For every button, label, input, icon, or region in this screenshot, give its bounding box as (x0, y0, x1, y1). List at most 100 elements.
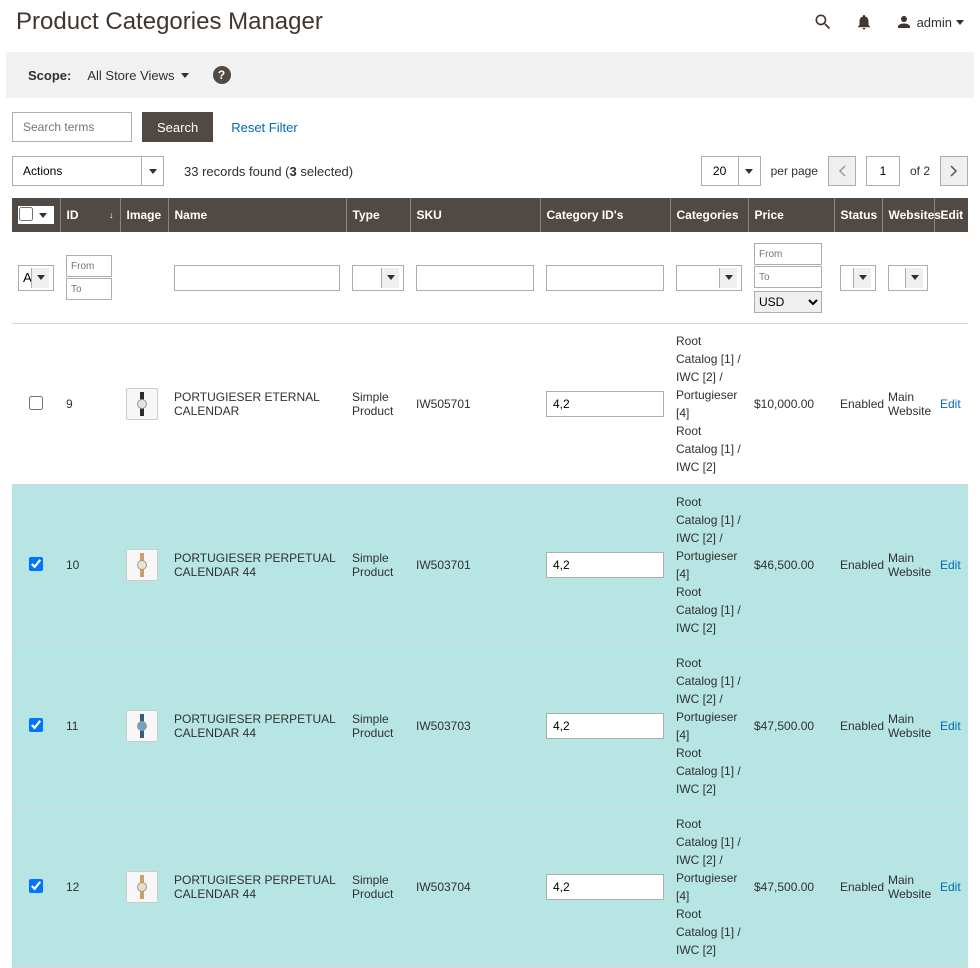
user-label: admin (917, 15, 952, 30)
cell-id: 9 (60, 324, 120, 485)
filter-category-ids[interactable] (546, 265, 664, 291)
col-category-ids[interactable]: Category ID's (540, 198, 670, 232)
table-row[interactable]: 10 PORTUGIESER PERPETUAL CALENDAR 44Simpl… (12, 485, 968, 646)
edit-link[interactable]: Edit (940, 558, 961, 572)
cell-id: 10 (60, 485, 120, 646)
per-page-label: per page (771, 164, 818, 178)
user-menu[interactable]: admin (895, 13, 964, 31)
cell-categories: Root Catalog [1] / IWC [2] / Portugieser… (670, 324, 748, 485)
cell-categories: Root Catalog [1] / IWC [2] / Portugieser… (670, 807, 748, 968)
records-found: 33 records found (3 selected) (184, 164, 353, 179)
cell-categories: Root Catalog [1] / IWC [2] / Portugieser… (670, 485, 748, 646)
edit-link[interactable]: Edit (940, 719, 961, 733)
cell-sku: IW505701 (410, 324, 540, 485)
cell-price: $10,000.00 (748, 324, 834, 485)
user-icon (895, 13, 913, 31)
chevron-down-icon (181, 73, 189, 78)
cell-price: $46,500.00 (748, 485, 834, 646)
cell-category-ids-input[interactable] (546, 552, 664, 578)
reset-filter-link[interactable]: Reset Filter (231, 120, 297, 135)
per-page-input[interactable] (701, 156, 739, 186)
filter-websites[interactable] (888, 265, 928, 291)
filter-id-to[interactable] (66, 278, 112, 300)
product-thumb (126, 871, 158, 903)
filter-id-from[interactable] (66, 255, 112, 277)
product-thumb (126, 549, 158, 581)
cell-category-ids-input[interactable] (546, 713, 664, 739)
cell-type: Simple Product (346, 485, 410, 646)
page-total: of 2 (910, 164, 930, 178)
filter-currency[interactable]: USD (754, 291, 822, 313)
search-input[interactable] (12, 112, 132, 142)
help-icon[interactable]: ? (213, 66, 231, 84)
cell-name: PORTUGIESER PERPETUAL CALENDAR 44 (168, 646, 346, 807)
actions-select[interactable]: Actions (12, 156, 142, 186)
cell-category-ids-input[interactable] (546, 874, 664, 900)
cell-id: 11 (60, 646, 120, 807)
cell-sku: IW503703 (410, 646, 540, 807)
cell-categories: Root Catalog [1] / IWC [2] / Portugieser… (670, 646, 748, 807)
filter-status[interactable] (840, 265, 876, 291)
cell-status: Enabled (834, 485, 882, 646)
edit-link[interactable]: Edit (940, 880, 961, 894)
row-checkbox[interactable] (29, 718, 43, 732)
col-image: Image (120, 198, 168, 232)
edit-link[interactable]: Edit (940, 397, 961, 411)
col-price[interactable]: Price (748, 198, 834, 232)
filter-sku[interactable] (416, 265, 534, 291)
cell-sku: IW503704 (410, 807, 540, 968)
filter-type[interactable] (352, 265, 404, 291)
cell-status: Enabled (834, 646, 882, 807)
page-title: Product Categories Manager (16, 8, 323, 36)
row-checkbox[interactable] (29, 396, 43, 410)
product-thumb (126, 388, 158, 420)
filter-categories[interactable] (676, 265, 742, 291)
cell-price: $47,500.00 (748, 646, 834, 807)
row-checkbox[interactable] (29, 879, 43, 893)
per-page-dropdown[interactable] (739, 156, 761, 186)
cell-website: Main Website (882, 485, 934, 646)
product-thumb (126, 710, 158, 742)
cell-name: PORTUGIESER ETERNAL CALENDAR (168, 324, 346, 485)
actions-dropdown-button[interactable] (142, 156, 164, 186)
cell-type: Simple Product (346, 807, 410, 968)
search-button[interactable]: Search (142, 112, 213, 142)
bell-icon[interactable] (855, 13, 873, 31)
filter-price-to[interactable] (754, 266, 822, 288)
col-id[interactable]: ID↓ (60, 198, 120, 232)
scope-select[interactable]: All Store Views (87, 68, 188, 83)
cell-price: $47,500.00 (748, 807, 834, 968)
cell-website: Main Website (882, 324, 934, 485)
col-type[interactable]: Type (346, 198, 410, 232)
table-row[interactable]: 9 PORTUGIESER ETERNAL CALENDARSimple Prod… (12, 324, 968, 485)
cell-name: PORTUGIESER PERPETUAL CALENDAR 44 (168, 807, 346, 968)
cell-sku: IW503701 (410, 485, 540, 646)
col-sku[interactable]: SKU (410, 198, 540, 232)
cell-type: Simple Product (346, 324, 410, 485)
page-input[interactable] (866, 156, 900, 186)
table-header-row: ID↓ Image Name Type SKU Category ID's Ca… (12, 198, 968, 232)
table-row[interactable]: 11 PORTUGIESER PERPETUAL CALENDAR 44Simpl… (12, 646, 968, 807)
filter-name[interactable] (174, 265, 340, 291)
cell-id: 12 (60, 807, 120, 968)
table-row[interactable]: 12 PORTUGIESER PERPETUAL CALENDAR 44Simpl… (12, 807, 968, 968)
col-status[interactable]: Status (834, 198, 882, 232)
filter-price-from[interactable] (754, 243, 822, 265)
col-websites[interactable]: Websites (882, 198, 934, 232)
chevron-down-icon (956, 20, 964, 25)
cell-category-ids-input[interactable] (546, 391, 664, 417)
col-name[interactable]: Name (168, 198, 346, 232)
row-checkbox[interactable] (29, 557, 43, 571)
filter-row: USD (12, 232, 968, 324)
next-page-button[interactable] (940, 156, 968, 186)
cell-type: Simple Product (346, 646, 410, 807)
search-icon[interactable] (813, 12, 833, 32)
scope-label: Scope: (28, 68, 71, 83)
cell-website: Main Website (882, 646, 934, 807)
cell-name: PORTUGIESER PERPETUAL CALENDAR 44 (168, 485, 346, 646)
col-checkbox[interactable] (12, 198, 60, 232)
col-categories[interactable]: Categories (670, 198, 748, 232)
filter-check-select[interactable] (18, 265, 54, 291)
prev-page-button[interactable] (828, 156, 856, 186)
cell-website: Main Website (882, 807, 934, 968)
